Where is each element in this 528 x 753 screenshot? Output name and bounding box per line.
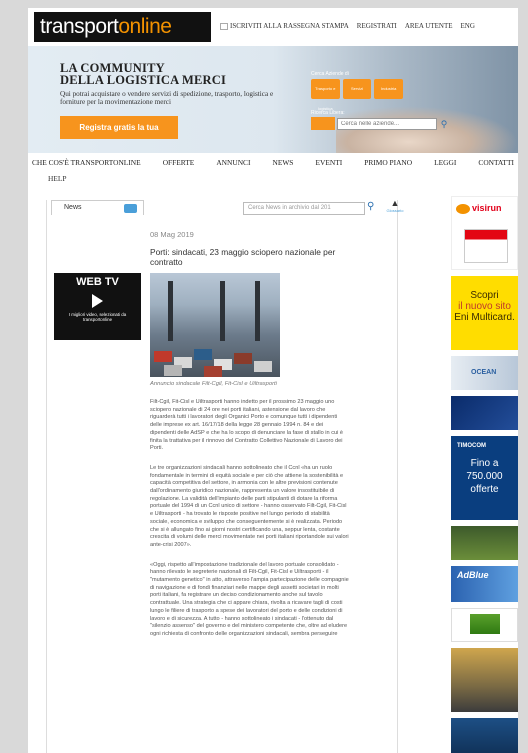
article-body: Filt-Cgil, Fit-Cisl e Uiltrasporti hanno… [150, 399, 380, 639]
article-paragraph: Le tre organizzazioni sindacali hanno so… [150, 464, 349, 548]
ad-ship[interactable] [451, 718, 518, 753]
free-search-input[interactable] [337, 117, 437, 130]
ad-crane[interactable] [451, 648, 518, 712]
timocom-line-2: 750.000 [466, 471, 503, 482]
container-shape [164, 365, 182, 376]
nav-item-ads[interactable]: ANNUNCI [216, 158, 250, 167]
envelope-icon [220, 22, 228, 30]
device-image [464, 229, 508, 263]
search-icon[interactable]: ⚲ [437, 118, 451, 130]
ad-visirun[interactable]: visirun [451, 196, 518, 270]
nav-item-events[interactable]: EVENTI [316, 158, 343, 167]
chat-icon [124, 204, 137, 213]
top-nav: ISCRIVITI ALLA RASSEGNA STAMPA REGISTRAT… [220, 22, 475, 30]
ad-green-logo[interactable] [451, 608, 518, 642]
ad-adblue[interactable]: AdBlue [451, 566, 518, 602]
container-shape [154, 351, 172, 362]
main-nav: CHE COS'È TRANSPORTONLINE OFFERTE ANNUNC… [28, 158, 518, 190]
top-nav-press[interactable]: ISCRIVITI ALLA RASSEGNA STAMPA [220, 22, 349, 30]
visirun-logo-icon [456, 204, 470, 214]
company-search-label: Cerca Aziende di [311, 71, 349, 77]
banner-headline-2: DELLA LOGISTICA MERCI [60, 73, 227, 87]
port-photo [150, 273, 280, 377]
web-tv-title: WEB TV [76, 276, 119, 288]
news-search-input[interactable]: Cerca News in archivio dal 201 [243, 202, 365, 215]
nav-item-contacts[interactable]: CONTATTI [478, 158, 514, 167]
eni-line-1: Scopri [470, 290, 499, 301]
search-icon[interactable]: ⚲ [367, 201, 374, 212]
search-services-button[interactable]: Servizi [342, 79, 372, 99]
page: transportonline ISCRIVITI ALLA RASSEGNA … [28, 8, 518, 753]
top-nav-register[interactable]: REGISTRATI [357, 22, 397, 30]
article-title: Porti: sindacati, 23 maggio sciopero naz… [150, 247, 336, 267]
ad-eni-multicard[interactable]: Scopri il nuovo sito Eni Multicard. [451, 276, 518, 350]
ad-truck[interactable] [451, 526, 518, 560]
site-logo[interactable]: transportonline [34, 12, 211, 42]
glossary-link[interactable]: ▲ Glossario [385, 198, 405, 213]
nav-item-news[interactable]: NEWS [272, 158, 293, 167]
container-shape [204, 366, 222, 377]
article-paragraph: «Oggi, rispetto all'impostazione tradizi… [150, 561, 349, 637]
logo-text-online: online [118, 15, 172, 38]
web-tv-box[interactable]: WEB TV I migliori video, selezionati da … [54, 273, 141, 340]
timocom-header: TIMOCOM [457, 443, 486, 449]
tab-news[interactable]: News [51, 200, 144, 215]
search-industry-button[interactable]: Industria [374, 79, 404, 99]
glossary-label: Glossario [386, 208, 404, 213]
top-nav-user-area[interactable]: AREA UTENTE [405, 22, 453, 30]
logo-text-transport: transport [40, 15, 119, 38]
free-search-label: Ricerca Libera: [311, 110, 345, 116]
play-icon [92, 294, 103, 308]
article-date: 08 Mag 2019 [150, 230, 194, 239]
company-search: Cerca Aziende di Trasporto e logistica S… [311, 71, 404, 111]
ad-sidebar: visirun Scopri il nuovo sito Eni Multica… [451, 196, 518, 753]
nav-item-laws[interactable]: LEGGI [434, 158, 456, 167]
banner-description: Qui potrai acquistare o vendere servizi … [60, 90, 274, 106]
green-logo-image [470, 614, 500, 634]
eni-line-2: il nuovo sito [458, 301, 511, 312]
photo-caption: Annuncio sindacale Filt-Cgil, Fit-Cisl e… [150, 381, 277, 387]
top-nav-press-label: ISCRIVITI ALLA RASSEGNA STAMPA [230, 22, 349, 30]
crane-shape [168, 281, 173, 341]
search-transport-button[interactable]: Trasporto e logistica [311, 79, 340, 111]
timocom-line-3: offerte [470, 484, 499, 495]
container-shape [234, 353, 252, 364]
free-search-category-select[interactable] [311, 117, 335, 130]
crane-shape [255, 281, 260, 341]
free-search: Ricerca Libera: ⚲ [311, 110, 478, 130]
community-banner: LA COMMUNITY DELLA LOGISTICA MERCI Qui po… [28, 46, 518, 153]
visirun-brand: visirun [472, 203, 502, 213]
ad-blue-banner[interactable] [451, 396, 518, 430]
ad-timocom[interactable]: TIMOCOM Fino a 750.000 offerte [451, 436, 518, 520]
banner-headline: LA COMMUNITY DELLA LOGISTICA MERCI [60, 62, 260, 87]
register-free-button[interactable]: Registra gratis la tua [60, 116, 178, 139]
tab-news-label: News [64, 204, 82, 211]
container-shape [194, 349, 212, 360]
nav-item-highlights[interactable]: PRIMO PIANO [364, 158, 412, 167]
nav-item-offers[interactable]: OFFERTE [163, 158, 195, 167]
crane-shape [220, 281, 225, 341]
top-nav-eng[interactable]: ENG [461, 22, 475, 30]
ad-ocean[interactable]: OCEAN [451, 356, 518, 390]
article: 08 Mag 2019 Porti: sindacati, 23 maggio … [150, 230, 380, 639]
eni-line-3: Eni Multicard. [454, 312, 515, 323]
top-bar: transportonline ISCRIVITI ALLA RASSEGNA … [28, 8, 518, 46]
graduation-cap-icon: ▲ [390, 198, 400, 208]
nav-item-help[interactable]: HELP [48, 174, 66, 183]
timocom-line-1: Fino a [470, 458, 499, 469]
web-tv-subtitle: I migliori video, selezionati da transpo… [68, 312, 127, 322]
article-paragraph: Filt-Cgil, Fit-Cisl e Uiltrasporti hanno… [150, 399, 344, 452]
nav-item-about[interactable]: CHE COS'È TRANSPORTONLINE [32, 158, 141, 167]
container-shape [254, 361, 272, 372]
